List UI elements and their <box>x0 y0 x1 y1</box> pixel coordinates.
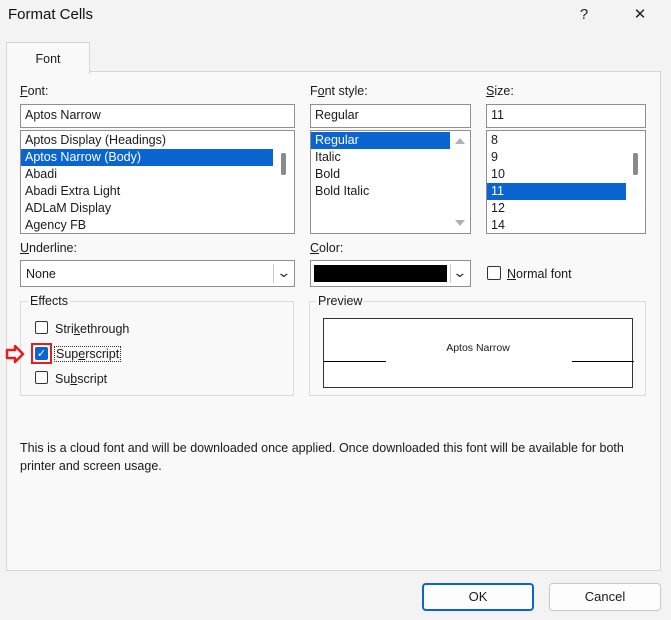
dialog-title: Format Cells <box>8 6 94 23</box>
subscript-checkbox[interactable] <box>35 371 48 384</box>
title-bar: Format Cells ? ✕ <box>0 0 671 32</box>
color-dropdown[interactable]: ⌄ <box>310 260 471 287</box>
preview-box: Aptos Narrow <box>323 318 634 388</box>
font-list-item[interactable]: ADLaM Display <box>21 200 273 217</box>
underline-label: Underline: <box>20 241 77 255</box>
font-style-item[interactable]: Bold Italic <box>311 183 450 200</box>
font-label: Font: <box>20 84 49 98</box>
color-swatch <box>314 265 447 282</box>
help-icon[interactable]: ? <box>564 2 604 28</box>
underline-dropdown[interactable]: None ⌄ <box>20 260 295 287</box>
red-arrow-icon <box>5 344 25 364</box>
size-item[interactable]: 14 <box>487 217 626 233</box>
tab-font[interactable]: Font <box>6 42 90 74</box>
cloud-font-note: This is a cloud font and will be downloa… <box>20 441 624 473</box>
size-item[interactable]: 10 <box>487 166 626 183</box>
font-input[interactable]: Aptos Narrow <box>20 104 295 128</box>
subscript-label[interactable]: Subscript <box>55 372 107 386</box>
chevron-down-icon[interactable]: ⌄ <box>452 264 467 281</box>
font-list-scrollbar[interactable] <box>281 153 286 175</box>
dropdown-divider <box>273 264 274 283</box>
font-style-input[interactable]: Regular <box>310 104 471 128</box>
preview-legend: Preview <box>316 294 365 308</box>
scroll-up-icon[interactable] <box>455 138 465 144</box>
font-style-item[interactable]: Italic <box>311 149 450 166</box>
dropdown-divider <box>450 264 451 283</box>
ok-button[interactable]: OK <box>422 583 534 611</box>
font-list[interactable]: Aptos Display (Headings) Aptos Narrow (B… <box>20 130 295 234</box>
size-item[interactable]: 12 <box>487 200 626 217</box>
normal-font-checkbox[interactable] <box>487 266 501 280</box>
font-list-item[interactable]: Aptos Display (Headings) <box>21 132 273 149</box>
effects-legend: Effects <box>28 294 70 308</box>
size-input[interactable]: 11 <box>486 104 646 128</box>
font-list-item[interactable]: Abadi Extra Light <box>21 183 273 200</box>
font-style-item[interactable]: Bold <box>311 166 450 183</box>
superscript-checkbox[interactable]: ✓ <box>35 347 48 360</box>
preview-baseline-right <box>572 361 634 362</box>
font-list-item[interactable]: Abadi <box>21 166 273 183</box>
normal-font-label[interactable]: Normal font <box>507 267 572 281</box>
chevron-down-icon[interactable]: ⌄ <box>276 264 291 281</box>
size-label: Size: <box>486 84 514 98</box>
close-icon[interactable]: ✕ <box>620 2 660 28</box>
preview-baseline-left <box>324 361 386 362</box>
size-item-selected[interactable]: 11 <box>487 183 626 200</box>
font-style-item-selected[interactable]: Regular <box>311 132 450 149</box>
font-list-item-selected[interactable]: Aptos Narrow (Body) <box>21 149 273 166</box>
font-style-label: Font style: <box>310 84 368 98</box>
size-item[interactable]: 8 <box>487 132 626 149</box>
font-style-list[interactable]: Regular Italic Bold Bold Italic <box>310 130 471 234</box>
preview-sample-text: Aptos Narrow <box>446 342 510 354</box>
cancel-button[interactable]: Cancel <box>549 583 661 611</box>
strikethrough-checkbox[interactable] <box>35 321 48 334</box>
strikethrough-label[interactable]: Strikethrough <box>55 322 129 336</box>
size-list[interactable]: 8 9 10 11 12 14 <box>486 130 646 234</box>
underline-value: None <box>26 267 56 281</box>
size-list-scrollbar[interactable] <box>633 153 638 175</box>
superscript-label[interactable]: Superscript <box>54 346 122 362</box>
color-label: Color: <box>310 241 344 255</box>
size-item[interactable]: 9 <box>487 149 626 166</box>
font-list-item[interactable]: Agency FB <box>21 217 273 233</box>
scroll-down-icon[interactable] <box>455 220 465 226</box>
